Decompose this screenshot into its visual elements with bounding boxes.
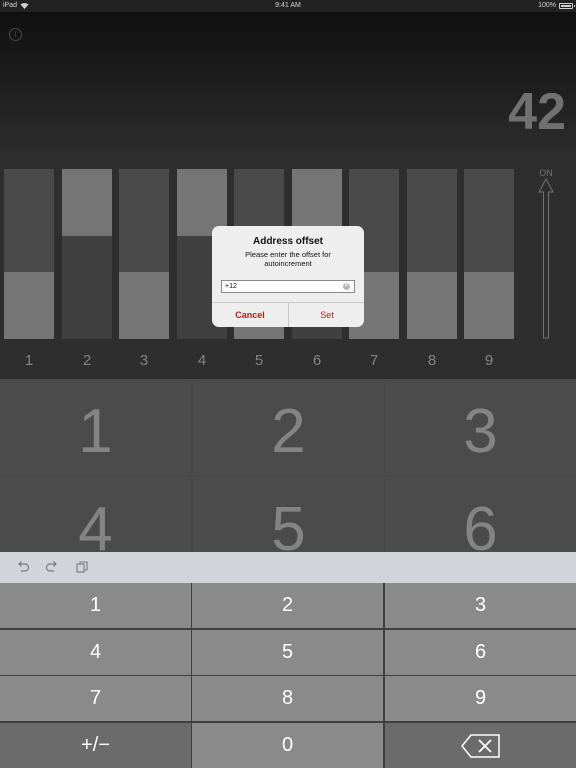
dialog-title: Address offset <box>252 236 323 247</box>
address-offset-dialog: Address offset Please enter the offset f… <box>212 226 364 327</box>
key-7[interactable]: 7 <box>0 676 191 721</box>
paste-icon[interactable] <box>75 560 89 574</box>
redo-icon[interactable] <box>45 560 59 574</box>
offset-input[interactable]: +12 ✕ <box>221 280 355 293</box>
clear-icon[interactable]: ✕ <box>343 283 350 290</box>
plus-minus-key[interactable]: +/− <box>0 723 191 768</box>
key-8[interactable]: 8 <box>192 676 383 721</box>
keyboard-toolbar <box>0 552 576 583</box>
backspace-icon <box>461 734 500 758</box>
key-4[interactable]: 4 <box>0 630 191 675</box>
backspace-key[interactable] <box>385 723 576 768</box>
numeric-keyboard: 1 2 3 4 5 6 7 8 9 +/− 0 <box>0 583 576 768</box>
key-1[interactable]: 1 <box>0 583 191 628</box>
key-6[interactable]: 6 <box>385 630 576 675</box>
key-2[interactable]: 2 <box>192 583 383 628</box>
cancel-button[interactable]: Cancel <box>212 303 288 327</box>
offset-input-value: +12 <box>225 283 237 290</box>
key-3[interactable]: 3 <box>385 583 576 628</box>
dialog-message: Please enter the offset for autoincremen… <box>245 250 331 268</box>
key-9[interactable]: 9 <box>385 676 576 721</box>
key-5[interactable]: 5 <box>192 630 383 675</box>
key-0[interactable]: 0 <box>192 723 383 768</box>
undo-icon[interactable] <box>16 560 30 574</box>
set-button[interactable]: Set <box>289 303 364 327</box>
